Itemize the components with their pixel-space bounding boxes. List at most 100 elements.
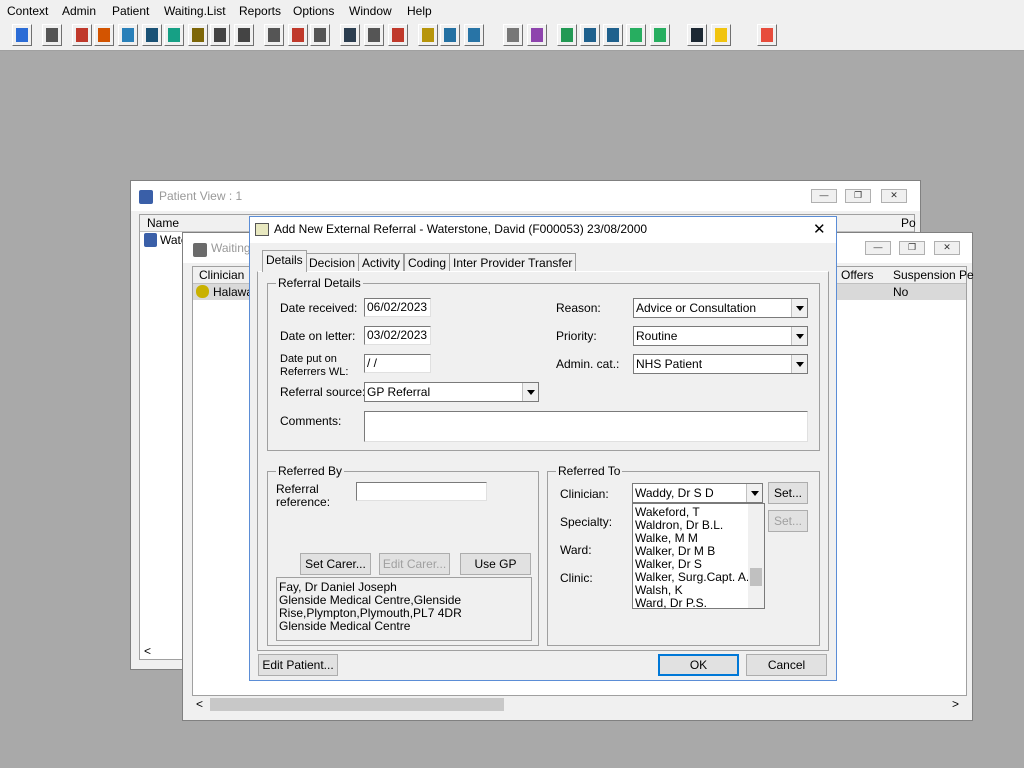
ok-button[interactable]: OK xyxy=(658,654,739,676)
list-item[interactable]: Wakeford, T xyxy=(635,505,700,519)
date-put-on-wl-field[interactable]: / / xyxy=(364,354,431,373)
maximize-button[interactable]: ❐ xyxy=(845,189,871,203)
patient-icon xyxy=(139,190,153,204)
horizontal-scrollbar[interactable]: < > xyxy=(192,696,967,713)
scroll-left-icon[interactable]: < xyxy=(144,644,151,658)
vertical-scrollbar[interactable] xyxy=(748,504,764,608)
menu-admin[interactable]: Admin xyxy=(62,4,96,18)
menu-patient[interactable]: Patient xyxy=(112,4,149,18)
column-header-po[interactable]: Po xyxy=(901,216,916,230)
list-item[interactable]: Walker, Dr M B xyxy=(635,544,715,558)
use-gp-button[interactable]: Use GP xyxy=(460,553,531,575)
priority-select[interactable]: Routine xyxy=(633,326,808,346)
photo-toolbar-button[interactable] xyxy=(340,24,360,46)
page-toolbar-button[interactable] xyxy=(503,24,523,46)
menu-context[interactable]: Context xyxy=(7,4,48,18)
list-item[interactable]: Walker, Surg.Capt. A.J. xyxy=(635,570,759,584)
set-clinician-button[interactable]: Set... xyxy=(768,482,808,504)
book-toolbar-button[interactable] xyxy=(72,24,92,46)
green-arrow-toolbar-button[interactable] xyxy=(626,24,646,46)
column-header-offers[interactable]: Offers xyxy=(841,268,873,282)
scroll-left-icon[interactable]: < xyxy=(196,697,203,711)
menu-options[interactable]: Options xyxy=(293,4,334,18)
list-item[interactable]: Walke, M M xyxy=(635,531,698,545)
menu-help[interactable]: Help xyxy=(407,4,432,18)
column-header-name[interactable]: Name xyxy=(147,216,179,230)
tab-inter-provider-transfer[interactable]: Inter Provider Transfer xyxy=(449,253,577,271)
green-arrow2-toolbar-button[interactable] xyxy=(650,24,670,46)
scroll-right-icon[interactable]: > xyxy=(952,697,959,711)
list-item[interactable]: Waldron, Dr B.L. xyxy=(635,518,723,532)
form-toolbar-button[interactable] xyxy=(188,24,208,46)
tab-details[interactable]: Details xyxy=(262,250,307,272)
chevron-down-icon[interactable] xyxy=(522,383,538,401)
menu-window[interactable]: Window xyxy=(349,4,392,18)
list-item[interactable]: Walsh, K xyxy=(635,583,683,597)
edit-patient-button[interactable]: Edit Patient... xyxy=(258,654,338,676)
close-icon[interactable]: ✕ xyxy=(813,220,826,238)
referral-reference-field[interactable] xyxy=(356,482,487,501)
menu-waiting-list[interactable]: Waiting.List xyxy=(164,4,226,18)
tab-coding[interactable]: Coding xyxy=(404,253,451,271)
scroll-thumb[interactable] xyxy=(750,568,762,586)
chevron-down-icon[interactable] xyxy=(791,299,807,317)
document-toolbar-button[interactable] xyxy=(418,24,438,46)
cancel-button[interactable]: Cancel xyxy=(746,654,827,676)
patient-row-icon xyxy=(196,285,209,298)
close-button[interactable]: ✕ xyxy=(934,241,960,255)
chart-toolbar-button[interactable] xyxy=(527,24,547,46)
column-header-clinician[interactable]: Clinician xyxy=(199,268,244,282)
edit-toolbar-button[interactable] xyxy=(94,24,114,46)
minimize-button[interactable]: — xyxy=(865,241,891,255)
bed-toolbar-button[interactable] xyxy=(440,24,460,46)
comments-field[interactable] xyxy=(364,411,808,442)
scroll-thumb[interactable] xyxy=(210,698,504,711)
user-toolbar-button[interactable] xyxy=(12,24,32,46)
check-form-toolbar-button[interactable] xyxy=(580,24,600,46)
camera-toolbar-button[interactable] xyxy=(210,24,230,46)
date-on-letter-field[interactable]: 03/02/2023 xyxy=(364,326,431,345)
close-button[interactable]: ✕ xyxy=(881,189,907,203)
referred-by-group: Referred By Referral reference: Set Care… xyxy=(267,464,539,646)
photo-icon xyxy=(344,28,356,42)
tab-activity[interactable]: Activity xyxy=(358,253,405,271)
clock-toolbar-button[interactable] xyxy=(288,24,308,46)
chevron-down-icon[interactable] xyxy=(746,484,762,502)
reason-select[interactable]: Advice or Consultation xyxy=(633,298,808,318)
ambulance-toolbar-button[interactable] xyxy=(464,24,484,46)
referral-source-select[interactable]: GP Referral xyxy=(364,382,539,402)
chevron-down-icon[interactable] xyxy=(791,327,807,345)
camera2-toolbar-button[interactable] xyxy=(234,24,254,46)
print-toolbar-button[interactable] xyxy=(42,24,62,46)
warning-toolbar-button[interactable] xyxy=(711,24,731,46)
person-toolbar-button[interactable] xyxy=(164,24,184,46)
exit-toolbar-button[interactable] xyxy=(757,24,777,46)
note-toolbar-button[interactable] xyxy=(364,24,384,46)
admin-cat-select[interactable]: NHS Patient xyxy=(633,354,808,374)
set-specialty-button[interactable]: Set... xyxy=(768,510,808,532)
set-carer-button[interactable]: Set Carer... xyxy=(300,553,371,575)
maximize-button[interactable]: ❐ xyxy=(899,241,925,255)
date-received-field[interactable]: 06/02/2023 xyxy=(364,298,431,317)
edit-carer-button[interactable]: Edit Carer... xyxy=(379,553,450,575)
globe-toolbar-button[interactable] xyxy=(557,24,577,46)
clinician-dropdown-list[interactable]: Wakeford, T Waldron, Dr B.L. Walke, M M … xyxy=(632,503,765,610)
transfer-toolbar-button[interactable] xyxy=(687,24,707,46)
waiting-title: Waiting xyxy=(211,241,251,255)
m-toolbar-button[interactable] xyxy=(142,24,162,46)
clinician-select[interactable]: Waddy, Dr S D xyxy=(632,483,763,503)
menu-reports[interactable]: Reports xyxy=(239,4,281,18)
screen-toolbar-button[interactable] xyxy=(310,24,330,46)
list-item[interactable]: Walker, Dr S xyxy=(635,557,702,571)
search-doc-toolbar-button[interactable] xyxy=(264,24,284,46)
minimize-button[interactable]: — xyxy=(811,189,837,203)
find-toolbar-button[interactable] xyxy=(118,24,138,46)
list-item[interactable]: Ward, Dr P.S. xyxy=(635,596,707,610)
date-received-label: Date received: xyxy=(280,301,358,315)
check-form2-toolbar-button[interactable] xyxy=(603,24,623,46)
row-clinician: Halawa xyxy=(213,285,254,299)
tab-decision[interactable]: Decision xyxy=(305,253,360,271)
compass-toolbar-button[interactable] xyxy=(388,24,408,46)
column-header-suspension[interactable]: Suspension Pe xyxy=(893,268,974,282)
chevron-down-icon[interactable] xyxy=(791,355,807,373)
